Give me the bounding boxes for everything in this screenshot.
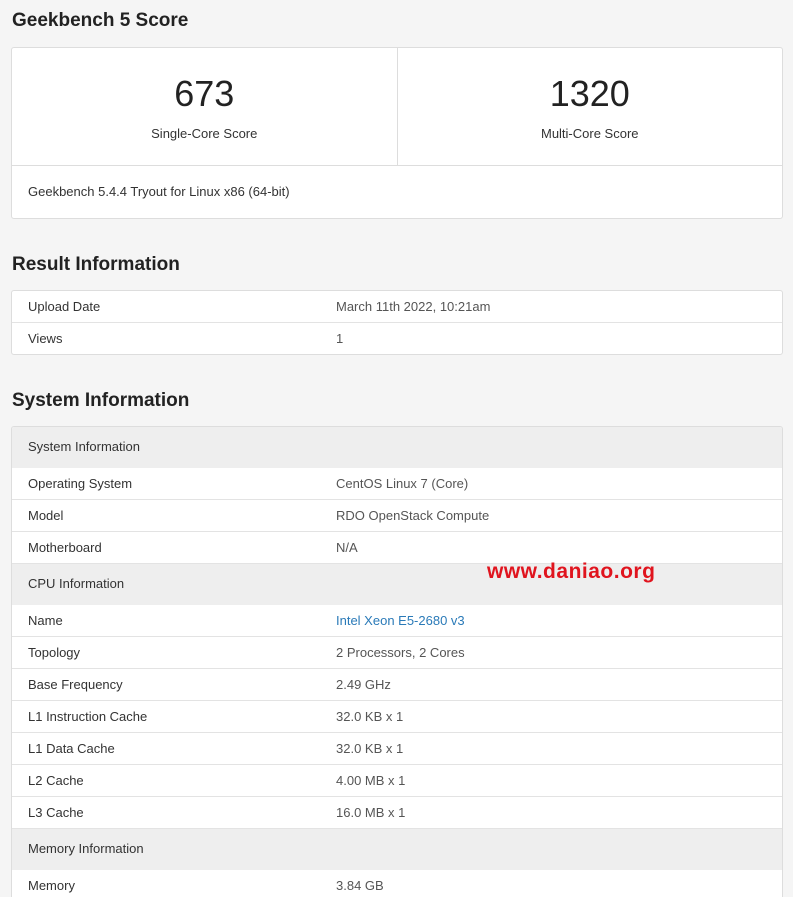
single-core-label: Single-Core Score — [151, 126, 258, 141]
table-row: L1 Instruction Cache 32.0 KB x 1 — [12, 701, 782, 733]
row-key: L1 Instruction Cache — [28, 709, 148, 724]
table-row: L2 Cache 4.00 MB x 1 — [12, 765, 782, 797]
row-value: 4.00 MB x 1 — [336, 773, 406, 788]
table-row: L1 Data Cache 32.0 KB x 1 — [12, 733, 782, 765]
row-value: 32.0 KB x 1 — [336, 741, 404, 756]
score-section-title: Geekbench 5 Score — [12, 10, 189, 31]
row-value: N/A — [336, 540, 358, 555]
table-row: Name Intel Xeon E5-2680 v3 — [12, 605, 782, 637]
table-row: Base Frequency 2.49 GHz — [12, 669, 782, 701]
row-value: 1 — [336, 331, 344, 346]
row-key: Memory — [28, 878, 75, 893]
row-key: Base Frequency — [28, 677, 123, 692]
page: Geekbench 5 Score 673 Single-Core Score … — [0, 0, 793, 897]
table-row: Model RDO OpenStack Compute — [12, 500, 782, 532]
row-key: L3 Cache — [28, 805, 84, 820]
row-value: CentOS Linux 7 (Core) — [336, 476, 469, 491]
row-key: Motherboard — [28, 540, 102, 555]
single-core-cell: 673 Single-Core Score — [12, 48, 397, 165]
table-row: Motherboard N/A — [12, 532, 782, 564]
row-value: 2.49 GHz — [336, 677, 391, 692]
row-key: Views — [28, 331, 63, 346]
row-value: 16.0 MB x 1 — [336, 805, 406, 820]
cpu-name-link[interactable]: Intel Xeon E5-2680 v3 — [336, 605, 465, 636]
score-card: 673 Single-Core Score 1320 Multi-Core Sc… — [11, 47, 783, 219]
row-value: RDO OpenStack Compute — [336, 508, 490, 523]
multi-core-score: 1320 — [549, 73, 630, 114]
group-heading-memory: Memory Information — [12, 829, 782, 870]
row-key: Model — [28, 508, 64, 523]
table-row: L3 Cache 16.0 MB x 1 — [12, 797, 782, 829]
result-info-table: Upload Date March 11th 2022, 10:21am Vie… — [11, 290, 783, 355]
group-heading-cpu: CPU Information — [12, 564, 782, 605]
multi-core-label: Multi-Core Score — [540, 126, 639, 141]
row-key: L2 Cache — [28, 773, 84, 788]
row-value: March 11th 2022, 10:21am — [336, 299, 491, 314]
row-key: Operating System — [28, 476, 133, 491]
row-key: Name — [28, 613, 63, 628]
single-core-score: 673 — [174, 73, 235, 114]
watermark-text: www.daniao.org — [487, 560, 656, 583]
multi-core-cell: 1320 Multi-Core Score — [396, 48, 783, 165]
result-section-title: Result Information — [12, 254, 180, 275]
table-row: Operating System CentOS Linux 7 (Core) — [12, 468, 782, 500]
system-info-table: System Information Operating System Cent… — [11, 426, 783, 897]
row-value: 2 Processors, 2 Cores — [336, 645, 465, 660]
row-key: L1 Data Cache — [28, 741, 115, 756]
table-row: Memory 3.84 GB — [12, 870, 782, 897]
table-row: Views 1 — [12, 323, 782, 354]
score-row: 673 Single-Core Score 1320 Multi-Core Sc… — [12, 48, 782, 166]
group-heading-system: System Information — [12, 427, 782, 468]
table-row: Topology 2 Processors, 2 Cores — [12, 637, 782, 669]
row-key: Topology — [28, 645, 81, 660]
row-value: 32.0 KB x 1 — [336, 709, 404, 724]
system-section-title: System Information — [12, 390, 190, 411]
table-row: Upload Date March 11th 2022, 10:21am — [12, 291, 782, 323]
row-key: Upload Date — [28, 299, 101, 314]
row-value: 3.84 GB — [336, 878, 384, 893]
benchmark-version: Geekbench 5.4.4 Tryout for Linux x86 (64… — [28, 184, 290, 199]
